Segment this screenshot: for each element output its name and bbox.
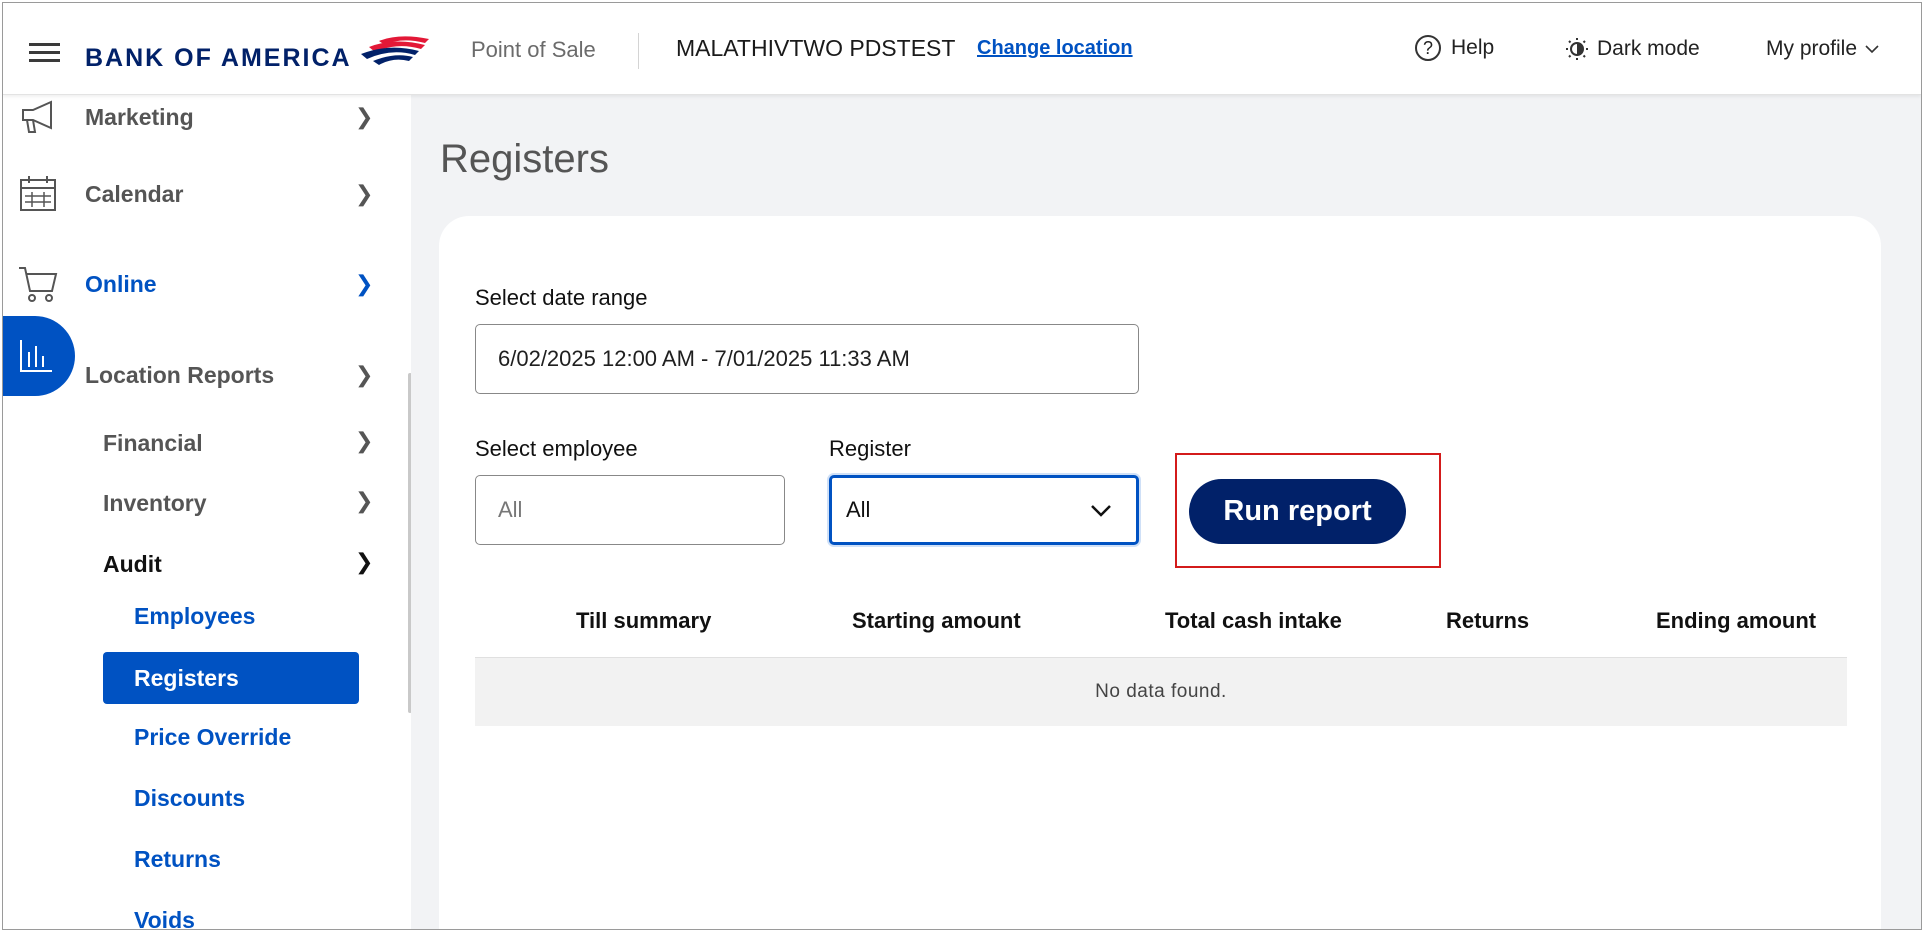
main-content: Registers Select date range 6/02/2025 12… bbox=[411, 94, 1921, 929]
column-till-summary: Till summary bbox=[576, 608, 712, 633]
column-ending-amount: Ending amount bbox=[1656, 608, 1817, 633]
cart-icon bbox=[17, 263, 59, 305]
sidebar-item-voids[interactable]: Voids bbox=[134, 907, 195, 929]
help-icon: ? bbox=[1415, 35, 1441, 61]
employee-select[interactable]: All bbox=[475, 475, 785, 545]
sidebar-item-label: Online bbox=[85, 270, 157, 297]
date-range-label: Select date range bbox=[475, 285, 648, 310]
dark-mode-icon bbox=[1566, 38, 1588, 60]
sidebar-nav: Marketing ❯ Calendar ❯ Online ❯ Location… bbox=[3, 94, 411, 929]
help-label: Help bbox=[1451, 36, 1495, 59]
sidebar-item-calendar[interactable]: Calendar ❯ bbox=[3, 169, 383, 219]
chevron-right-icon: ❯ bbox=[355, 104, 374, 129]
sidebar-item-discounts[interactable]: Discounts bbox=[134, 785, 245, 812]
run-report-button[interactable]: Run report bbox=[1189, 479, 1406, 544]
sidebar-item-employees[interactable]: Employees bbox=[134, 603, 255, 630]
sidebar-item-financial[interactable]: Financial bbox=[103, 430, 203, 457]
sidebar-item-audit[interactable]: Audit bbox=[103, 551, 162, 578]
dark-mode-label: Dark mode bbox=[1597, 37, 1700, 60]
chevron-down-icon bbox=[1091, 505, 1111, 517]
my-profile-label: My profile bbox=[1766, 37, 1858, 60]
chevron-right-icon: ❯ bbox=[355, 428, 374, 453]
column-total-cash-intake: Total cash intake bbox=[1165, 608, 1342, 633]
sidebar-item-registers[interactable]: Registers bbox=[103, 652, 359, 704]
empty-table-row: No data found. bbox=[475, 658, 1847, 726]
chevron-right-icon: ❯ bbox=[355, 181, 374, 206]
brand-flag-icon bbox=[361, 36, 429, 65]
app-window: BANK OF AMERICA Point of Sale MALATHIVTW… bbox=[2, 2, 1922, 930]
sidebar-item-location-reports[interactable]: Location Reports ❯ bbox=[3, 316, 383, 400]
employee-label: Select employee bbox=[475, 436, 638, 461]
column-returns: Returns bbox=[1446, 608, 1530, 633]
date-range-value: 6/02/2025 12:00 AM - 7/01/2025 11:33 AM bbox=[498, 346, 910, 371]
register-value: All bbox=[846, 497, 871, 522]
hamburger-menu-icon[interactable] bbox=[29, 43, 60, 63]
employee-placeholder: All bbox=[498, 497, 523, 522]
bar-chart-icon bbox=[3, 316, 75, 396]
chevron-right-icon: ❯ bbox=[355, 271, 374, 296]
sidebar-item-label: Location Reports bbox=[85, 361, 275, 388]
chevron-right-icon: ❯ bbox=[355, 488, 374, 513]
calendar-icon bbox=[17, 173, 59, 215]
sidebar-item-returns[interactable]: Returns bbox=[134, 846, 221, 873]
change-location-link[interactable]: Change location bbox=[977, 37, 1133, 60]
register-label: Register bbox=[829, 436, 911, 461]
my-profile-menu[interactable]: My profile bbox=[1766, 37, 1879, 61]
sidebar-item-price-override[interactable]: Price Override bbox=[134, 724, 291, 751]
sidebar-item-inventory[interactable]: Inventory bbox=[103, 490, 207, 517]
column-starting-amount: Starting amount bbox=[852, 608, 1021, 633]
sidebar-item-label: Marketing bbox=[85, 103, 194, 130]
chevron-right-icon: ❯ bbox=[355, 549, 374, 574]
sidebar-item-online[interactable]: Online ❯ bbox=[3, 259, 383, 309]
date-range-input[interactable]: 6/02/2025 12:00 AM - 7/01/2025 11:33 AM bbox=[475, 324, 1139, 394]
top-header: BANK OF AMERICA Point of Sale MALATHIVTW… bbox=[3, 3, 1921, 95]
sidebar-item-label: Calendar bbox=[85, 180, 184, 207]
location-name: MALATHIVTWO PDSTEST bbox=[676, 35, 956, 61]
dark-mode-toggle[interactable]: Dark mode bbox=[1565, 37, 1700, 61]
page-title: Registers bbox=[440, 137, 609, 181]
report-card: Select date range 6/02/2025 12:00 AM - 7… bbox=[439, 216, 1881, 929]
register-select[interactable]: All bbox=[829, 475, 1139, 545]
header-divider bbox=[638, 33, 639, 69]
chevron-down-icon bbox=[1865, 45, 1879, 54]
empty-message: No data found. bbox=[1095, 681, 1227, 702]
sidebar-item-marketing[interactable]: Marketing ❯ bbox=[3, 94, 383, 142]
megaphone-icon bbox=[17, 96, 59, 138]
app-name: Point of Sale bbox=[471, 37, 596, 62]
help-button[interactable]: ? Help bbox=[1415, 35, 1494, 61]
brand-logo-text: BANK OF AMERICA bbox=[85, 44, 352, 72]
chevron-right-icon: ❯ bbox=[355, 362, 374, 387]
